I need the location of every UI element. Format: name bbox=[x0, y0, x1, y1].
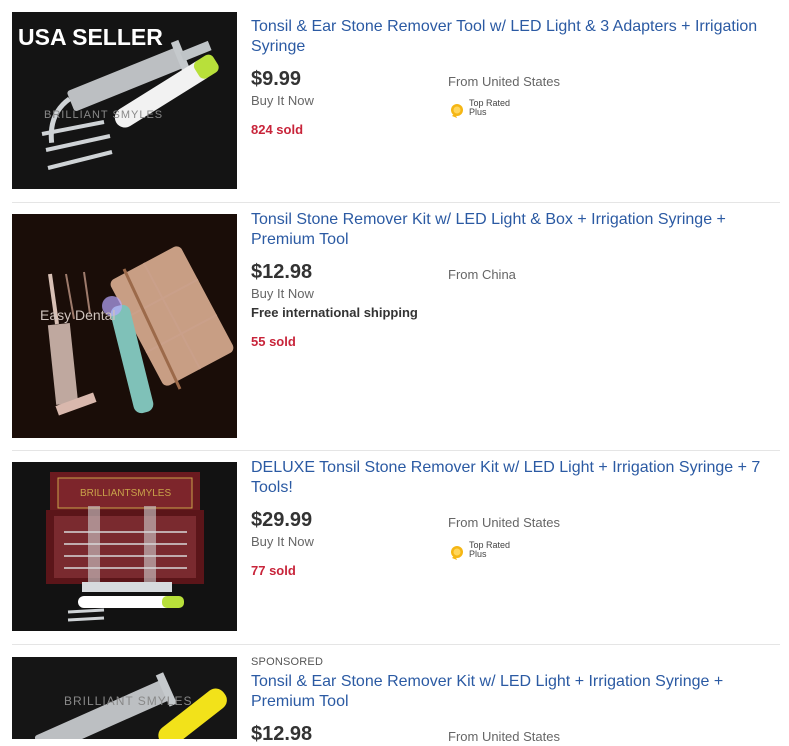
item-location: From China bbox=[448, 267, 516, 282]
image-watermark: BRILLIANT SMYLES bbox=[64, 694, 193, 708]
image-watermark: BRILLIANT SMYLES bbox=[44, 109, 163, 121]
badge-line-2: Plus bbox=[469, 549, 487, 559]
sold-count: 55 sold bbox=[251, 334, 296, 349]
search-result-2: Easy Dental Tonsil Stone Remover Kit w/ … bbox=[0, 203, 789, 448]
shipping-info: Free international shipping bbox=[251, 305, 418, 320]
listing-image[interactable]: Easy Dental bbox=[12, 214, 237, 438]
listing-price: $29.99 bbox=[251, 509, 313, 531]
listing-image[interactable]: BRILLIANTSMYLES bbox=[12, 462, 237, 631]
search-result-4: BRILLIANT SMYLES SPONSORED Tonsil & Ear … bbox=[0, 645, 789, 745]
image-watermark: BRILLIANTSMYLES bbox=[80, 488, 171, 499]
item-location: From United States bbox=[448, 74, 560, 89]
listing-format: Buy It Now bbox=[251, 286, 314, 301]
listing-format: Buy It Now bbox=[251, 93, 314, 108]
listing-image[interactable]: BRILLIANT SMYLES USA SELLER bbox=[12, 12, 237, 189]
listing-title-link[interactable]: Tonsil & Ear Stone Remover Kit w/ LED Li… bbox=[251, 672, 771, 712]
listing-title-link[interactable]: Tonsil & Ear Stone Remover Tool w/ LED L… bbox=[251, 17, 771, 57]
search-result-3: BRILLIANTSMYLES DELUXE Tonsil Stone Remo… bbox=[0, 451, 789, 644]
item-location: From United States bbox=[448, 515, 560, 530]
listing-price: $12.98 bbox=[251, 723, 313, 745]
medal-icon bbox=[451, 104, 463, 118]
sold-count: 77 sold bbox=[251, 563, 296, 578]
image-watermark: Easy Dental bbox=[40, 307, 115, 323]
listing-format: Buy It Now bbox=[251, 534, 314, 549]
listing-title-link[interactable]: Tonsil Stone Remover Kit w/ LED Light & … bbox=[251, 210, 771, 250]
listing-image[interactable]: BRILLIANT SMYLES bbox=[12, 657, 237, 739]
medal-icon bbox=[451, 546, 463, 560]
sold-count: 824 sold bbox=[251, 122, 304, 137]
badge-line-2: Plus bbox=[469, 107, 487, 117]
listing-price: $12.98 bbox=[251, 261, 313, 283]
search-result-1: BRILLIANT SMYLES USA SELLER Tonsil & Ear… bbox=[0, 0, 789, 200]
item-location: From United States bbox=[448, 729, 560, 744]
listing-price: $9.99 bbox=[251, 68, 302, 90]
listing-title-link[interactable]: DELUXE Tonsil Stone Remover Kit w/ LED L… bbox=[251, 458, 771, 498]
usa-seller-overlay: USA SELLER bbox=[18, 24, 163, 50]
sponsored-label: SPONSORED bbox=[251, 656, 324, 668]
